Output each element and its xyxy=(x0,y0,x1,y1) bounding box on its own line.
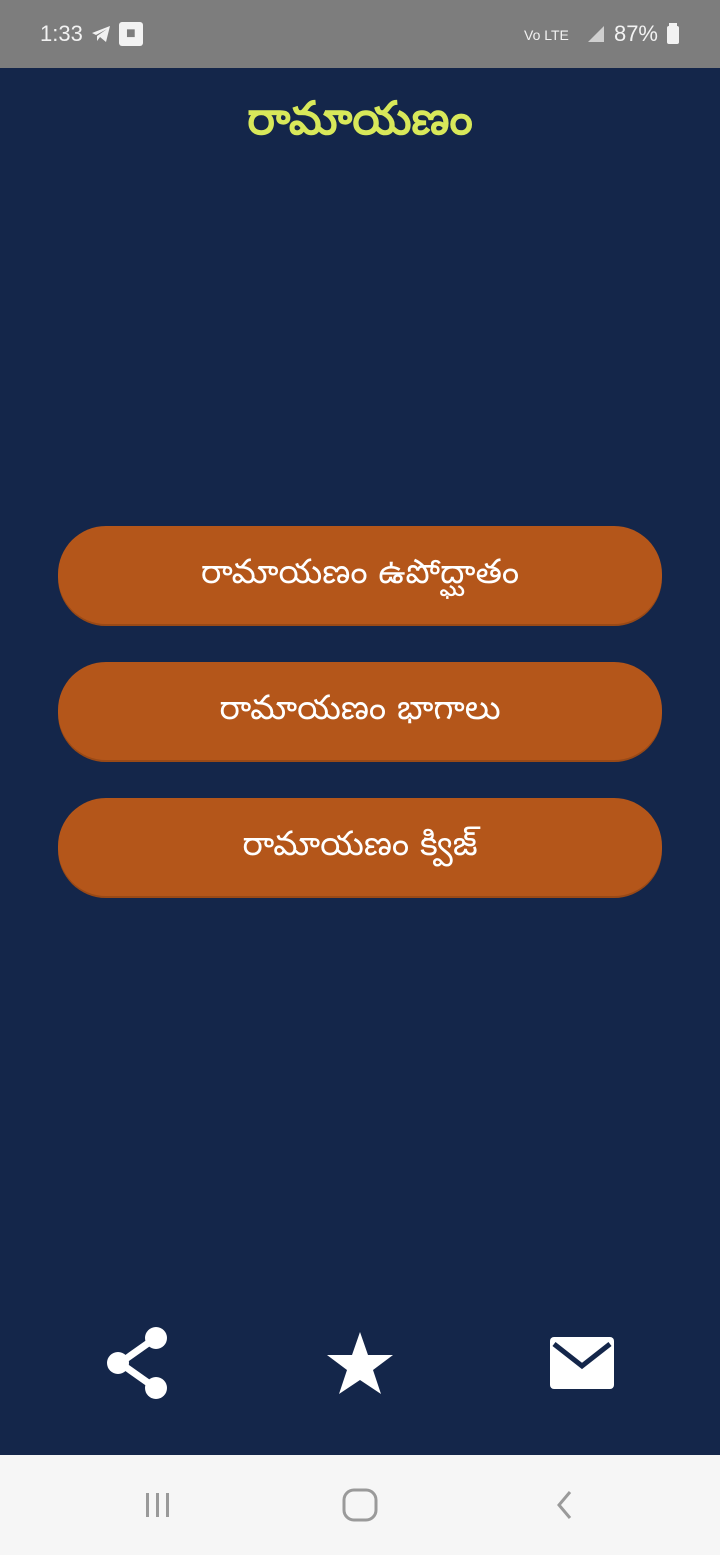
page-title: రామాయణం xyxy=(247,91,473,145)
home-icon[interactable] xyxy=(330,1480,390,1530)
mail-icon[interactable] xyxy=(537,1318,627,1408)
telegram-icon xyxy=(91,25,111,43)
status-bar: 1:33 ■ Vo LTE 87% xyxy=(0,0,720,68)
recent-apps-icon[interactable] xyxy=(128,1480,188,1530)
signal-icon: Vo LTE xyxy=(524,24,578,44)
svg-text:Vo LTE: Vo LTE xyxy=(524,27,569,43)
back-icon[interactable] xyxy=(535,1480,595,1530)
status-time: 1:33 xyxy=(40,21,83,46)
system-nav-bar xyxy=(0,1455,720,1555)
status-left: 1:33 ■ xyxy=(40,21,143,47)
star-icon[interactable] xyxy=(315,1318,405,1408)
battery-percent: 87% xyxy=(613,21,658,46)
battery-icon xyxy=(666,23,680,45)
bottom-actions xyxy=(0,1318,720,1408)
app-screen: రామాయణం రామాయణం ఉపోద్ఘాతం రామాయణం భాగాలు… xyxy=(0,68,720,1455)
notification-icon: ■ xyxy=(118,22,143,46)
status-right: Vo LTE 87% xyxy=(524,21,680,47)
intro-button[interactable]: రామాయణం ఉపోద్ఘాతం xyxy=(58,526,662,626)
parts-button[interactable]: రామాయణం భాగాలు xyxy=(58,662,662,762)
main-menu: రామాయణం ఉపోద్ఘాతం రామాయణం భాగాలు రామాయణం… xyxy=(58,526,662,934)
cell-bars-icon xyxy=(586,24,606,44)
quiz-button[interactable]: రామాయణం క్విజ్ xyxy=(58,798,662,898)
share-icon[interactable] xyxy=(93,1318,183,1408)
